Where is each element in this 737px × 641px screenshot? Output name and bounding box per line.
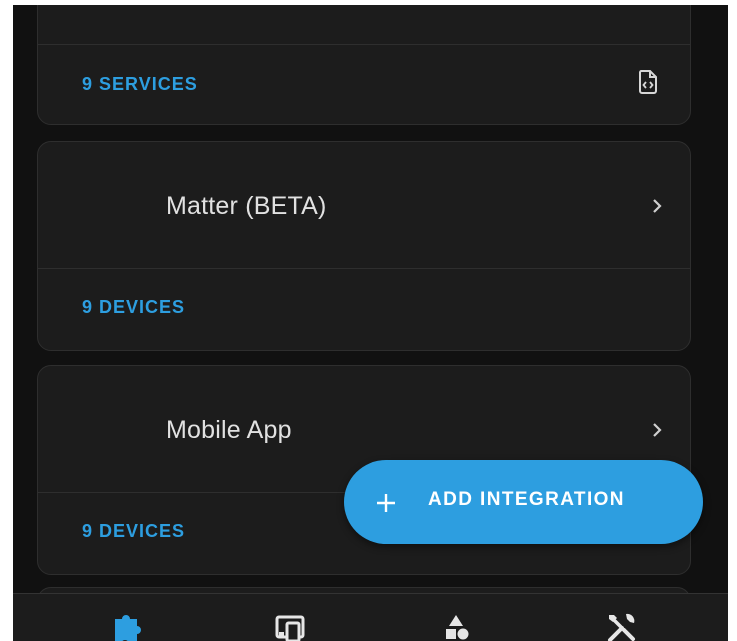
card-divider bbox=[38, 44, 690, 45]
services-link[interactable]: 9 SERVICES bbox=[82, 74, 198, 95]
integration-card-matter[interactable]: Matter (BETA) 9 DEVICES bbox=[37, 141, 691, 351]
devices-icon bbox=[275, 615, 305, 641]
integration-card: 9 SERVICES bbox=[37, 5, 691, 125]
add-integration-button[interactable]: ADD INTEGRATION bbox=[344, 460, 703, 544]
devices-link[interactable]: 9 DEVICES bbox=[82, 521, 185, 542]
file-code-icon[interactable] bbox=[638, 70, 658, 94]
chevron-right-icon[interactable] bbox=[648, 421, 666, 439]
nav-tools[interactable] bbox=[591, 594, 651, 641]
plus-icon bbox=[377, 494, 395, 512]
add-integration-label: ADD INTEGRATION bbox=[428, 489, 625, 510]
nav-areas[interactable] bbox=[426, 594, 486, 641]
chevron-right-icon[interactable] bbox=[648, 197, 666, 215]
integration-title: Mobile App bbox=[166, 416, 292, 444]
bottom-nav bbox=[13, 593, 728, 641]
nav-integrations[interactable] bbox=[98, 594, 158, 641]
tools-icon bbox=[608, 613, 635, 641]
card-divider bbox=[38, 268, 690, 269]
nav-devices[interactable] bbox=[261, 594, 321, 641]
shapes-icon bbox=[446, 615, 469, 640]
integration-title: Matter (BETA) bbox=[166, 192, 327, 220]
puzzle-icon bbox=[115, 615, 141, 641]
integrations-screen: 9 SERVICES Matter (BETA) 9 DEVICES Mobil… bbox=[13, 5, 728, 641]
devices-link[interactable]: 9 DEVICES bbox=[82, 297, 185, 318]
